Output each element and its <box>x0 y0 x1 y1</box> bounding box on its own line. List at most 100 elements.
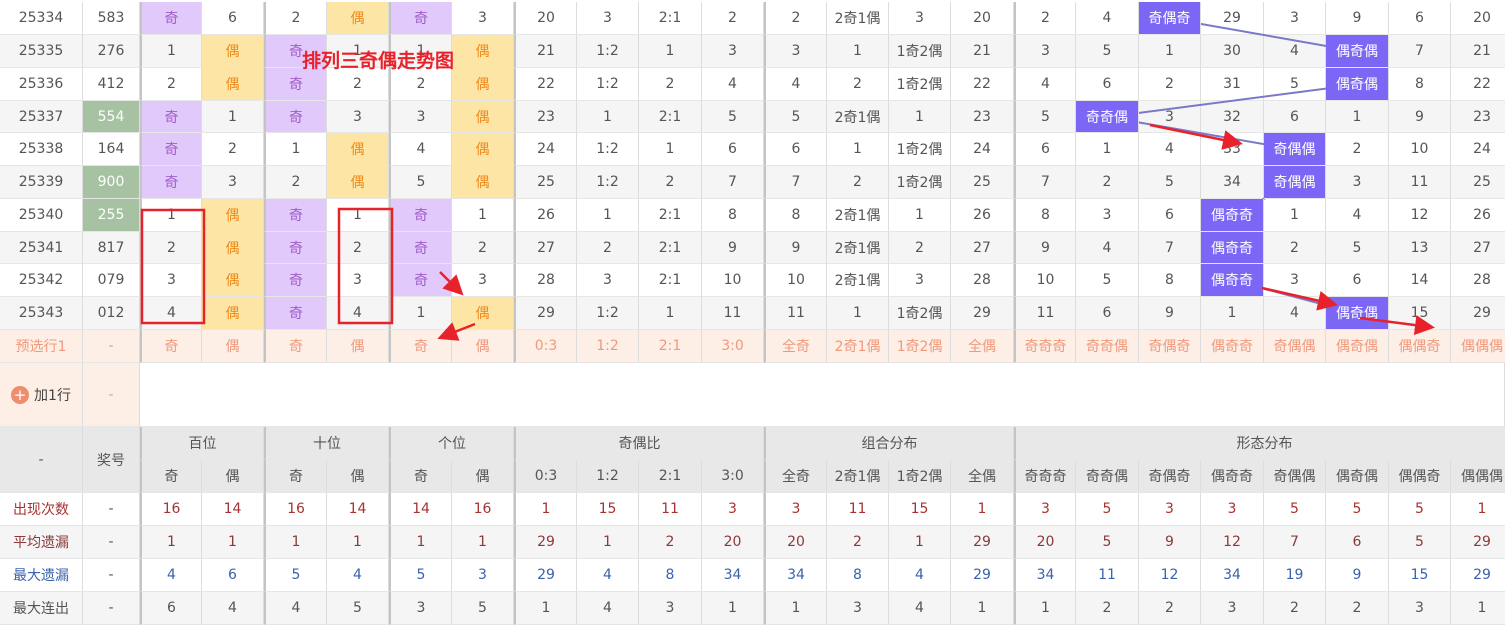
preselect-label[interactable]: 预选行1 <box>0 330 83 363</box>
trend-cell: 11 <box>702 297 764 330</box>
period-cell: 25338 <box>0 133 83 166</box>
stat-value: 6 <box>140 592 202 625</box>
header-sub: 奇偶偶 <box>1264 460 1326 493</box>
trend-cell: 9 <box>764 232 827 264</box>
number-cell: 164 <box>83 133 140 166</box>
trend-cell: 2 <box>1139 68 1201 101</box>
trend-cell: 9 <box>702 232 764 264</box>
trend-cell: 1奇2偶 <box>889 133 951 166</box>
stat-value: 5 <box>1264 493 1326 526</box>
preselect-option[interactable]: 奇偶奇 <box>1139 330 1201 363</box>
stat-value: 3 <box>1139 493 1201 526</box>
period-cell: 25340 <box>0 199 83 232</box>
trend-cell: 2 <box>577 232 639 264</box>
trend-cell: 2 <box>264 166 327 199</box>
trend-cell: 奇 <box>389 2 452 35</box>
trend-cell: 5 <box>1139 166 1201 199</box>
number-cell: 012 <box>83 297 140 330</box>
preselect-option[interactable]: 2:1 <box>639 330 702 363</box>
trend-cell: 4 <box>1076 232 1139 264</box>
stat-label: 最大连出 <box>0 592 83 625</box>
stat-value: 29 <box>951 526 1014 559</box>
trend-cell: 1奇2偶 <box>889 166 951 199</box>
preselect-option[interactable]: 偶奇奇 <box>1201 330 1264 363</box>
trend-cell: 奇 <box>264 264 327 297</box>
stat-value: 3 <box>702 493 764 526</box>
header-group: 组合分布 <box>764 427 1014 460</box>
trend-cell: 6 <box>1139 199 1201 232</box>
preselect-option[interactable]: 3:0 <box>702 330 764 363</box>
trend-cell: 1 <box>639 297 702 330</box>
preselect-option[interactable]: 偶偶偶 <box>1451 330 1505 363</box>
trend-cell: 1 <box>452 199 514 232</box>
trend-cell: 4 <box>702 68 764 101</box>
stat-value: 34 <box>764 559 827 592</box>
preselect-option[interactable]: 偶 <box>452 330 514 363</box>
header-sub: 偶偶偶 <box>1451 460 1505 493</box>
trend-cell: 2:1 <box>639 199 702 232</box>
trend-cell: 29 <box>1451 297 1505 330</box>
stat-value: 29 <box>514 526 577 559</box>
trend-cell: 29 <box>951 297 1014 330</box>
stat-value: 3 <box>1201 592 1264 625</box>
preselect-option[interactable]: 奇奇奇 <box>1014 330 1076 363</box>
preselect-option[interactable]: 偶 <box>202 330 264 363</box>
header-group: 奇偶比 <box>514 427 764 460</box>
stat-value: 34 <box>702 559 764 592</box>
trend-cell: 8 <box>1139 264 1201 297</box>
trend-cell: 偶奇偶 <box>1326 68 1389 101</box>
trend-cell: 4 <box>764 68 827 101</box>
header-sub: 奇偶奇 <box>1139 460 1201 493</box>
preselect-option[interactable]: 偶奇偶 <box>1326 330 1389 363</box>
preselect-option[interactable]: 0:3 <box>514 330 577 363</box>
stat-value: 3 <box>1014 493 1076 526</box>
trend-cell: 3 <box>327 264 389 297</box>
stat-value: 29 <box>1451 559 1505 592</box>
trend-cell: 24 <box>514 133 577 166</box>
preselect-option[interactable]: 2奇1偶 <box>827 330 889 363</box>
trend-cell: 6 <box>1264 101 1326 133</box>
trend-cell: 奇偶奇 <box>1139 2 1201 35</box>
trend-cell: 3 <box>889 264 951 297</box>
trend-cell: 7 <box>1014 166 1076 199</box>
trend-cell: 11 <box>1014 297 1076 330</box>
trend-cell: 2 <box>702 2 764 35</box>
trend-cell: 33 <box>1201 133 1264 166</box>
header-corner: - <box>0 427 83 493</box>
stat-value: 1 <box>327 526 389 559</box>
header-sub: 偶 <box>202 460 264 493</box>
trend-cell: 1 <box>140 35 202 68</box>
header-sub: 奇奇偶 <box>1076 460 1139 493</box>
trend-cell: 2 <box>140 68 202 101</box>
preselect-option[interactable]: 1:2 <box>577 330 639 363</box>
trend-cell: 2:1 <box>639 264 702 297</box>
trend-cell: 10 <box>1014 264 1076 297</box>
preselect-option[interactable]: 1奇2偶 <box>889 330 951 363</box>
trend-cell: 2 <box>140 232 202 264</box>
preselect-option[interactable]: 偶 <box>327 330 389 363</box>
trend-cell: 4 <box>140 297 202 330</box>
trend-cell: 3 <box>1264 264 1326 297</box>
trend-cell: 5 <box>764 101 827 133</box>
preselect-option[interactable]: 奇 <box>140 330 202 363</box>
trend-cell: 7 <box>702 166 764 199</box>
preselect-number: - <box>83 330 140 363</box>
stat-value: 1 <box>764 592 827 625</box>
stat-value: 20 <box>702 526 764 559</box>
preselect-option[interactable]: 全偶 <box>951 330 1014 363</box>
preselect-option[interactable]: 奇奇偶 <box>1076 330 1139 363</box>
trend-cell: 26 <box>514 199 577 232</box>
trend-cell: 28 <box>514 264 577 297</box>
preselect-option[interactable]: 奇偶偶 <box>1264 330 1326 363</box>
preselect-option[interactable]: 偶偶奇 <box>1389 330 1451 363</box>
preselect-option[interactable]: 奇 <box>264 330 327 363</box>
preselect-option[interactable]: 奇 <box>389 330 452 363</box>
add-row-button[interactable]: + 加1行 <box>0 363 83 427</box>
header-group: 个位 <box>389 427 514 460</box>
preselect-option[interactable]: 全奇 <box>764 330 827 363</box>
trend-cell: 6 <box>1389 2 1451 35</box>
stat-value: 14 <box>389 493 452 526</box>
trend-cell: 偶 <box>202 297 264 330</box>
stat-value: 4 <box>264 592 327 625</box>
stat-value: 1 <box>577 526 639 559</box>
